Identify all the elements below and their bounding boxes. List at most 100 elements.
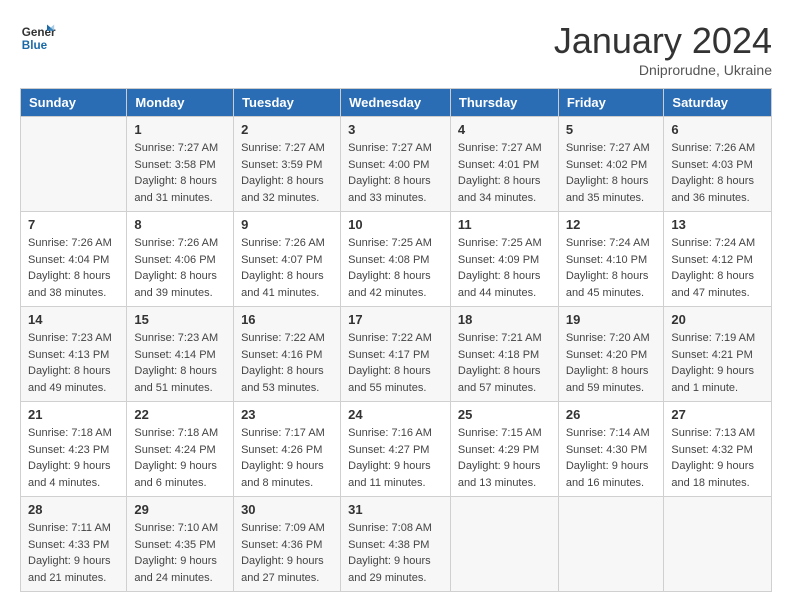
calendar-cell xyxy=(450,497,558,592)
calendar-cell: 7 Sunrise: 7:26 AMSunset: 4:04 PMDaylight… xyxy=(21,212,127,307)
day-info: Sunrise: 7:27 AMSunset: 3:59 PMDaylight:… xyxy=(241,140,333,206)
page-header: General Blue January 2024 Dniprorudne, U… xyxy=(20,20,772,78)
day-header-saturday: Saturday xyxy=(664,89,772,117)
day-info: Sunrise: 7:17 AMSunset: 4:26 PMDaylight:… xyxy=(241,425,333,491)
week-row-4: 21 Sunrise: 7:18 AMSunset: 4:23 PMDayligh… xyxy=(21,402,772,497)
calendar-cell: 13 Sunrise: 7:24 AMSunset: 4:12 PMDayligh… xyxy=(664,212,772,307)
day-info: Sunrise: 7:08 AMSunset: 4:38 PMDaylight:… xyxy=(348,520,443,586)
calendar-cell: 4 Sunrise: 7:27 AMSunset: 4:01 PMDaylight… xyxy=(450,117,558,212)
logo-icon: General Blue xyxy=(20,20,56,56)
day-number: 8 xyxy=(134,217,226,232)
day-info: Sunrise: 7:22 AMSunset: 4:16 PMDaylight:… xyxy=(241,330,333,396)
calendar-cell: 14Sunrise: 7:23 AMSunset: 4:13 PMDayligh… xyxy=(21,307,127,402)
calendar-cell: 26Sunrise: 7:14 AMSunset: 4:30 PMDayligh… xyxy=(558,402,664,497)
day-number: 23 xyxy=(241,407,333,422)
calendar-cell: 2 Sunrise: 7:27 AMSunset: 3:59 PMDaylight… xyxy=(234,117,341,212)
day-number: 30 xyxy=(241,502,333,517)
day-info: Sunrise: 7:09 AMSunset: 4:36 PMDaylight:… xyxy=(241,520,333,586)
day-number: 9 xyxy=(241,217,333,232)
day-number: 7 xyxy=(28,217,119,232)
day-number: 15 xyxy=(134,312,226,327)
day-number: 10 xyxy=(348,217,443,232)
day-header-monday: Monday xyxy=(127,89,234,117)
location-subtitle: Dniprorudne, Ukraine xyxy=(554,62,772,78)
calendar-cell: 5 Sunrise: 7:27 AMSunset: 4:02 PMDaylight… xyxy=(558,117,664,212)
day-header-thursday: Thursday xyxy=(450,89,558,117)
day-number: 22 xyxy=(134,407,226,422)
day-number: 16 xyxy=(241,312,333,327)
day-number: 3 xyxy=(348,122,443,137)
calendar-cell: 15 Sunrise: 7:23 AMSunset: 4:14 PMDayligh… xyxy=(127,307,234,402)
day-info: Sunrise: 7:27 AMSunset: 4:00 PMDaylight:… xyxy=(348,140,443,206)
week-row-2: 7 Sunrise: 7:26 AMSunset: 4:04 PMDaylight… xyxy=(21,212,772,307)
day-info: Sunrise: 7:24 AMSunset: 4:10 PMDaylight:… xyxy=(566,235,657,301)
calendar-cell: 30 Sunrise: 7:09 AMSunset: 4:36 PMDayligh… xyxy=(234,497,341,592)
day-number: 25 xyxy=(458,407,551,422)
day-number: 13 xyxy=(671,217,764,232)
day-number: 18 xyxy=(458,312,551,327)
day-info: Sunrise: 7:27 AMSunset: 4:02 PMDaylight:… xyxy=(566,140,657,206)
logo: General Blue xyxy=(20,20,56,56)
header-row: SundayMondayTuesdayWednesdayThursdayFrid… xyxy=(21,89,772,117)
calendar-cell xyxy=(558,497,664,592)
calendar-table: SundayMondayTuesdayWednesdayThursdayFrid… xyxy=(20,88,772,592)
day-header-sunday: Sunday xyxy=(21,89,127,117)
day-info: Sunrise: 7:19 AMSunset: 4:21 PMDaylight:… xyxy=(671,330,764,396)
day-info: Sunrise: 7:13 AMSunset: 4:32 PMDaylight:… xyxy=(671,425,764,491)
day-number: 4 xyxy=(458,122,551,137)
day-number: 17 xyxy=(348,312,443,327)
calendar-cell: 25 Sunrise: 7:15 AMSunset: 4:29 PMDayligh… xyxy=(450,402,558,497)
day-number: 24 xyxy=(348,407,443,422)
week-row-3: 14Sunrise: 7:23 AMSunset: 4:13 PMDayligh… xyxy=(21,307,772,402)
calendar-cell: 17 Sunrise: 7:22 AMSunset: 4:17 PMDayligh… xyxy=(341,307,451,402)
day-number: 21 xyxy=(28,407,119,422)
day-info: Sunrise: 7:22 AMSunset: 4:17 PMDaylight:… xyxy=(348,330,443,396)
calendar-cell: 16 Sunrise: 7:22 AMSunset: 4:16 PMDayligh… xyxy=(234,307,341,402)
calendar-cell: 27 Sunrise: 7:13 AMSunset: 4:32 PMDayligh… xyxy=(664,402,772,497)
day-number: 6 xyxy=(671,122,764,137)
day-info: Sunrise: 7:26 AMSunset: 4:06 PMDaylight:… xyxy=(134,235,226,301)
day-info: Sunrise: 7:11 AMSunset: 4:33 PMDaylight:… xyxy=(28,520,119,586)
day-info: Sunrise: 7:18 AMSunset: 4:24 PMDaylight:… xyxy=(134,425,226,491)
calendar-cell: 8 Sunrise: 7:26 AMSunset: 4:06 PMDaylight… xyxy=(127,212,234,307)
day-number: 11 xyxy=(458,217,551,232)
day-info: Sunrise: 7:25 AMSunset: 4:09 PMDaylight:… xyxy=(458,235,551,301)
day-number: 27 xyxy=(671,407,764,422)
calendar-cell: 18 Sunrise: 7:21 AMSunset: 4:18 PMDayligh… xyxy=(450,307,558,402)
calendar-cell xyxy=(664,497,772,592)
day-info: Sunrise: 7:21 AMSunset: 4:18 PMDaylight:… xyxy=(458,330,551,396)
day-number: 28 xyxy=(28,502,119,517)
day-number: 29 xyxy=(134,502,226,517)
calendar-cell: 6Sunrise: 7:26 AMSunset: 4:03 PMDaylight… xyxy=(664,117,772,212)
svg-text:Blue: Blue xyxy=(22,39,48,52)
day-number: 1 xyxy=(134,122,226,137)
day-number: 12 xyxy=(566,217,657,232)
calendar-cell: 1 Sunrise: 7:27 AMSunset: 3:58 PMDaylight… xyxy=(127,117,234,212)
day-info: Sunrise: 7:24 AMSunset: 4:12 PMDaylight:… xyxy=(671,235,764,301)
day-info: Sunrise: 7:27 AMSunset: 3:58 PMDaylight:… xyxy=(134,140,226,206)
week-row-1: 1 Sunrise: 7:27 AMSunset: 3:58 PMDaylight… xyxy=(21,117,772,212)
day-info: Sunrise: 7:15 AMSunset: 4:29 PMDaylight:… xyxy=(458,425,551,491)
day-info: Sunrise: 7:23 AMSunset: 4:14 PMDaylight:… xyxy=(134,330,226,396)
calendar-cell: 20 Sunrise: 7:19 AMSunset: 4:21 PMDayligh… xyxy=(664,307,772,402)
day-header-wednesday: Wednesday xyxy=(341,89,451,117)
day-number: 5 xyxy=(566,122,657,137)
calendar-cell: 3 Sunrise: 7:27 AMSunset: 4:00 PMDaylight… xyxy=(341,117,451,212)
calendar-cell: 29Sunrise: 7:10 AMSunset: 4:35 PMDayligh… xyxy=(127,497,234,592)
day-info: Sunrise: 7:26 AMSunset: 4:04 PMDaylight:… xyxy=(28,235,119,301)
day-number: 31 xyxy=(348,502,443,517)
day-number: 2 xyxy=(241,122,333,137)
calendar-cell: 28 Sunrise: 7:11 AMSunset: 4:33 PMDayligh… xyxy=(21,497,127,592)
calendar-cell: 23 Sunrise: 7:17 AMSunset: 4:26 PMDayligh… xyxy=(234,402,341,497)
day-info: Sunrise: 7:27 AMSunset: 4:01 PMDaylight:… xyxy=(458,140,551,206)
day-number: 19 xyxy=(566,312,657,327)
calendar-cell: 9Sunrise: 7:26 AMSunset: 4:07 PMDaylight… xyxy=(234,212,341,307)
day-info: Sunrise: 7:18 AMSunset: 4:23 PMDaylight:… xyxy=(28,425,119,491)
day-number: 14 xyxy=(28,312,119,327)
day-info: Sunrise: 7:14 AMSunset: 4:30 PMDaylight:… xyxy=(566,425,657,491)
day-number: 20 xyxy=(671,312,764,327)
calendar-cell: 31 Sunrise: 7:08 AMSunset: 4:38 PMDayligh… xyxy=(341,497,451,592)
calendar-cell: 12 Sunrise: 7:24 AMSunset: 4:10 PMDayligh… xyxy=(558,212,664,307)
day-header-tuesday: Tuesday xyxy=(234,89,341,117)
calendar-cell: 22 Sunrise: 7:18 AMSunset: 4:24 PMDayligh… xyxy=(127,402,234,497)
